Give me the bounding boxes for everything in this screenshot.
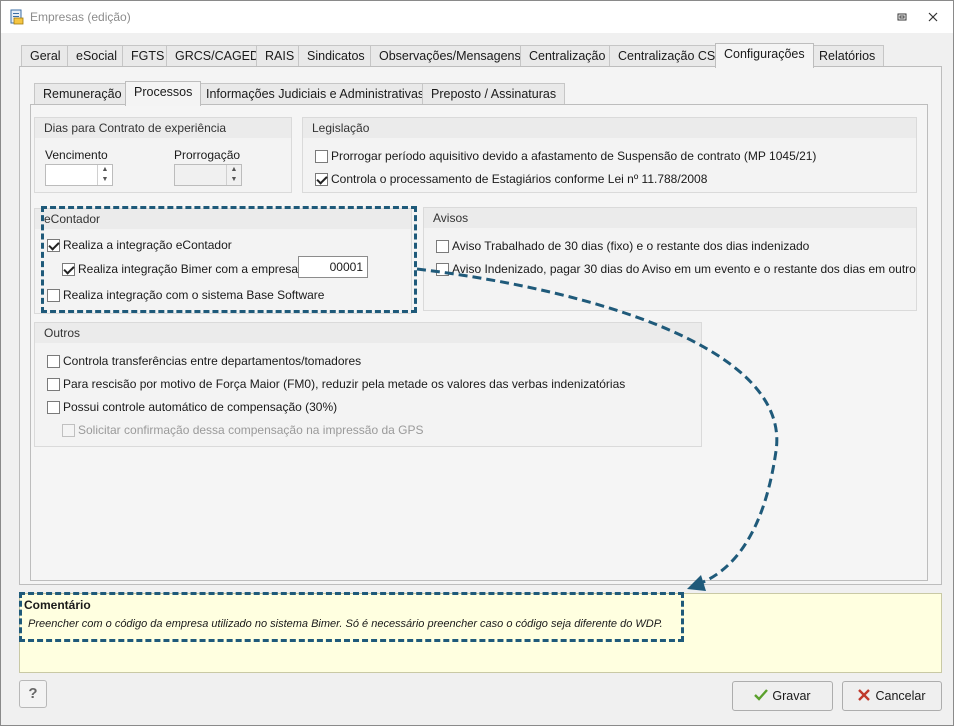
outros-group: Outros Controla transferências entre dep… xyxy=(34,322,702,447)
estagiarios-checkbox[interactable] xyxy=(315,173,328,186)
vencimento-up-button[interactable]: ▲ xyxy=(97,165,112,175)
integracao-econtador-checkbox[interactable] xyxy=(47,239,60,252)
close-icon xyxy=(928,12,938,22)
tab-informacoes-judiciais[interactable]: Informações Judiciais e Administrativas xyxy=(197,83,434,105)
tab-preposto-assinaturas[interactable]: Preposto / Assinaturas xyxy=(422,83,566,105)
transferencias-checkbox[interactable] xyxy=(47,355,60,368)
window: Empresas (edição) Geral eSocial FGTS GRC… xyxy=(0,0,954,726)
integracao-econtador-label: Realiza a integração eContador xyxy=(63,238,232,252)
restore-button[interactable] xyxy=(891,7,913,27)
tab-remuneracao[interactable]: Remuneração xyxy=(34,83,131,105)
close-button[interactable] xyxy=(922,7,944,27)
comment-text: Preencher com o código da empresa utiliz… xyxy=(28,618,663,630)
integracao-bimer-label: Realiza integração Bimer com a empresa: xyxy=(78,262,302,276)
transferencias-label: Controla transferências entre departamen… xyxy=(63,354,362,368)
avisos-group: Avisos Aviso Trabalhado de 30 dias (fixo… xyxy=(423,207,917,311)
prorrogar-periodo-label: Prorrogar período aquisitivo devido a af… xyxy=(331,149,817,163)
prorrogacao-up-button[interactable]: ▲ xyxy=(226,165,241,175)
outros-group-title: Outros xyxy=(35,323,701,343)
help-button[interactable]: ? xyxy=(19,680,47,708)
contrato-group-title: Dias para Contrato de experiência xyxy=(35,118,291,138)
legislacao-group: Legislação Prorrogar período aquisitivo … xyxy=(302,117,917,193)
configuracoes-panel: Remuneração Processos Informações Judici… xyxy=(19,66,942,585)
confirmacao-gps-label: Solicitar confirmação dessa compensação … xyxy=(78,423,424,437)
contrato-group: Dias para Contrato de experiência Vencim… xyxy=(34,117,292,193)
avisos-group-title: Avisos xyxy=(424,208,916,228)
integracao-bimer-checkbox[interactable] xyxy=(62,263,75,276)
compensacao-label: Possui controle automático de compensaçã… xyxy=(63,400,338,414)
prorrogacao-down-button[interactable]: ▼ xyxy=(226,175,241,185)
processos-panel: Dias para Contrato de experiência Vencim… xyxy=(30,104,928,581)
tab-relatorios[interactable]: Relatórios xyxy=(810,45,885,67)
forca-maior-label: Para rescisão por motivo de Força Maior … xyxy=(63,377,626,391)
confirmacao-gps-checkbox[interactable] xyxy=(62,424,75,437)
vencimento-label: Vencimento xyxy=(45,148,108,162)
cancel-button-label: Cancelar xyxy=(875,689,926,703)
cancel-x-icon xyxy=(858,689,871,701)
tab-geral[interactable]: Geral xyxy=(21,45,70,67)
tab-sindicatos[interactable]: Sindicatos xyxy=(298,45,374,67)
save-button-label: Gravar xyxy=(772,689,811,703)
tab-rais[interactable]: RAIS xyxy=(256,45,304,67)
integracao-base-software-checkbox[interactable] xyxy=(47,289,60,302)
comment-area: Comentário Preencher com o código da emp… xyxy=(19,593,942,673)
compensacao-checkbox[interactable] xyxy=(47,401,60,414)
aviso-trabalhado-label: Aviso Trabalhado de 30 dias (fixo) e o r… xyxy=(452,239,810,253)
legislacao-group-title: Legislação xyxy=(303,118,916,138)
title-bar: Empresas (edição) xyxy=(1,1,953,33)
tab-esocial[interactable]: eSocial xyxy=(67,45,126,67)
check-icon xyxy=(754,689,769,701)
econtador-group-title: eContador xyxy=(35,209,411,229)
prorrogar-periodo-checkbox[interactable] xyxy=(315,150,328,163)
forca-maior-checkbox[interactable] xyxy=(47,378,60,391)
restore-icon xyxy=(897,13,907,21)
tab-configuracoes[interactable]: Configurações xyxy=(715,43,814,68)
integracao-base-software-label: Realiza integração com o sistema Base So… xyxy=(63,288,325,302)
tab-processos[interactable]: Processos xyxy=(125,81,202,106)
tab-grcs-caged[interactable]: GRCS/CAGED xyxy=(166,45,269,67)
prorrogacao-label: Prorrogação xyxy=(174,148,241,162)
vencimento-spinner[interactable]: ▲ ▼ xyxy=(45,164,113,186)
vencimento-down-button[interactable]: ▼ xyxy=(97,175,112,185)
sub-tabs: Remuneração Processos Informações Judici… xyxy=(30,81,928,106)
econtador-group: eContador Realiza a integração eContador… xyxy=(34,208,412,314)
tab-centralizacao-cs[interactable]: Centralização CS xyxy=(609,45,725,67)
tab-observacoes[interactable]: Observações/Mensagens xyxy=(370,45,530,67)
save-button[interactable]: Gravar xyxy=(732,681,833,711)
aviso-indenizado-label: Aviso Indenizado, pagar 30 dias do Aviso… xyxy=(452,262,916,276)
estagiarios-label: Controla o processamento de Estagiários … xyxy=(331,172,708,186)
empresa-bimer-input[interactable]: 00001 xyxy=(298,256,368,278)
tab-centralizacao[interactable]: Centralização xyxy=(520,45,615,67)
window-title: Empresas (edição) xyxy=(30,10,131,24)
app-icon xyxy=(10,9,24,25)
prorrogacao-spinner[interactable]: ▲ ▼ xyxy=(174,164,242,186)
aviso-indenizado-checkbox[interactable] xyxy=(436,263,449,276)
aviso-trabalhado-checkbox[interactable] xyxy=(436,240,449,253)
comment-title: Comentário xyxy=(24,598,91,612)
main-tabs: Geral eSocial FGTS GRCS/CAGED RAIS Sindi… xyxy=(19,43,942,68)
cancel-button[interactable]: Cancelar xyxy=(842,681,942,711)
